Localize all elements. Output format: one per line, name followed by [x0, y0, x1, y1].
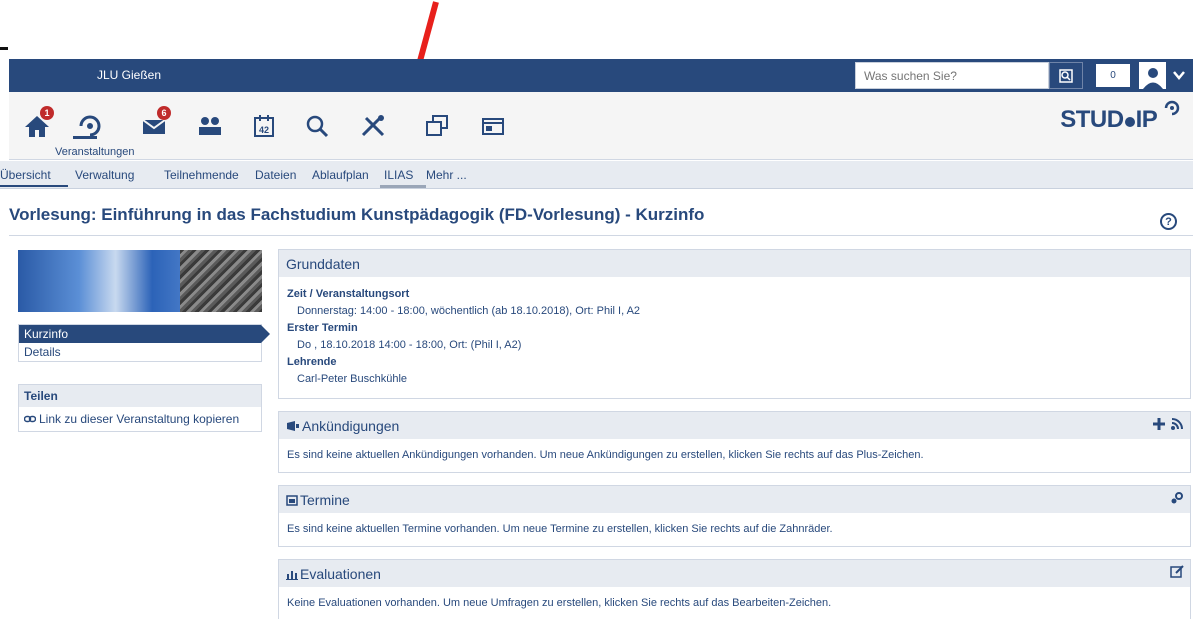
tab-uebersicht[interactable]: Übersicht: [0, 168, 51, 182]
calendar-icon: 42: [254, 115, 274, 137]
evaluations-heading: Evaluationen: [279, 560, 1190, 587]
logo-text: STUD: [1060, 106, 1124, 133]
top-bar: JLU Gießen 0: [9, 59, 1193, 92]
notification-counter[interactable]: 0: [1096, 64, 1130, 87]
grunddaten-title: Grunddaten: [286, 255, 360, 272]
first-date-value: Do , 18.10.2018 14:00 - 18:00, Ort: (Phi…: [297, 339, 522, 351]
user-avatar-icon: [1142, 68, 1163, 89]
sidebar-navigation: Kurzinfo Details: [18, 324, 270, 362]
plus-icon[interactable]: [1152, 417, 1166, 431]
admin-window-icon: [482, 118, 504, 135]
evaluations-title: Evaluationen: [300, 565, 381, 582]
announcements-title: Ankündigungen: [302, 417, 400, 434]
search-input[interactable]: [856, 63, 1048, 88]
nav-tools[interactable]: [356, 112, 392, 140]
calendar-small-icon: [286, 495, 298, 506]
university-name[interactable]: JLU Gießen: [97, 68, 161, 82]
sidebar-share: Teilen Link zu dieser Veranstaltung kopi…: [18, 384, 262, 432]
gears-icon[interactable]: [1170, 491, 1184, 505]
widget-appointments: Termine Es sind keine aktuellen Termine …: [278, 485, 1191, 547]
nav-messages[interactable]: 6: [136, 106, 172, 140]
magnifier-icon: [306, 115, 329, 138]
first-date-label: Erster Termin: [287, 322, 358, 334]
teacher-link[interactable]: Carl-Peter Buschkühle: [287, 371, 1182, 388]
appointments-text: Es sind keine aktuellen Termine vorhande…: [287, 523, 833, 535]
announcements-text: Es sind keine aktuellen Ankündigungen vo…: [287, 449, 924, 461]
sidebar-item-details[interactable]: Details: [19, 343, 261, 361]
svg-text:42: 42: [259, 125, 269, 135]
tab-mehr[interactable]: Mehr ...: [426, 168, 467, 182]
link-icon: [24, 415, 36, 423]
nav-start[interactable]: 1: [19, 106, 55, 140]
studip-swirl-icon: [1164, 100, 1180, 116]
active-nav-indicator: [73, 136, 97, 139]
edit-icon[interactable]: [1170, 565, 1184, 579]
nav-search[interactable]: [299, 112, 335, 140]
appointments-heading: Termine: [279, 486, 1190, 513]
evaluation-chart-icon: [286, 570, 298, 580]
avatar[interactable]: [1139, 62, 1166, 89]
nav-calendar[interactable]: 42: [246, 112, 282, 140]
nav-windows[interactable]: [419, 112, 455, 140]
widget-grunddaten: Grunddaten Zeit / Veranstaltungsort Donn…: [278, 249, 1191, 399]
time-location-value: Donnerstag: 14:00 - 18:00, wöchentlich (…: [297, 305, 641, 317]
search-field[interactable]: [855, 62, 1049, 89]
course-image: [18, 250, 262, 312]
title-divider: [9, 235, 1193, 236]
messages-badge: 6: [157, 106, 171, 120]
course-tabs: Übersicht Verwaltung Teilnehmende Dateie…: [0, 161, 1193, 189]
announcements-heading: Ankündigungen: [279, 412, 1190, 439]
widget-evaluations: Evaluationen Keine Evaluationen vorhande…: [278, 559, 1191, 619]
share-link-label: Link zu dieser Veranstaltung kopieren: [39, 412, 240, 426]
tab-ilias[interactable]: ILIAS: [384, 168, 413, 182]
share-link-item[interactable]: Link zu dieser Veranstaltung kopieren: [19, 407, 261, 431]
page-title: Vorlesung: Einführung in das Fachstudium…: [9, 205, 705, 224]
crop-artifact: [0, 47, 8, 50]
main-navigation: 1 Veranstaltungen 6 42 STUD IP: [9, 92, 1193, 160]
studip-logo[interactable]: STUD IP: [1060, 100, 1181, 134]
grunddaten-heading: Grunddaten: [279, 250, 1190, 277]
rss-icon[interactable]: [1170, 417, 1184, 431]
nav-admin[interactable]: [475, 112, 511, 140]
teachers-label: Lehrende: [287, 356, 337, 368]
time-location-label: Zeit / Veranstaltungsort: [287, 288, 410, 300]
tab-ablaufplan[interactable]: Ablaufplan: [312, 168, 369, 182]
announcement-icon: [287, 420, 299, 431]
tab-teilnehmende[interactable]: Teilnehmende: [164, 168, 239, 182]
chevron-down-icon[interactable]: [1171, 67, 1187, 83]
logo-suffix: IP: [1135, 106, 1158, 133]
people-icon: [199, 117, 221, 135]
appointments-title: Termine: [300, 491, 350, 508]
widget-announcements: Ankündigungen Es sind keine aktuellen An…: [278, 411, 1191, 473]
tab-dateien[interactable]: Dateien: [255, 168, 296, 182]
windows-icon: [426, 115, 448, 136]
help-icon[interactable]: ?: [1160, 213, 1177, 230]
logo-dot: [1124, 117, 1135, 127]
course-image-photo: [180, 250, 262, 312]
tab-verwaltung[interactable]: Verwaltung: [75, 168, 134, 182]
evaluations-text: Keine Evaluationen vorhanden. Um neue Um…: [287, 597, 832, 609]
active-nav-label[interactable]: Veranstaltungen: [55, 146, 135, 158]
active-tab-indicator: [0, 185, 68, 187]
sidebar-item-kurzinfo[interactable]: Kurzinfo: [19, 325, 270, 343]
tools-icon: [361, 115, 385, 137]
start-badge: 1: [40, 106, 54, 120]
search-icon: [1059, 68, 1073, 83]
tab-hover-indicator: [380, 185, 426, 188]
search-button[interactable]: [1049, 62, 1083, 89]
share-heading: Teilen: [19, 385, 261, 407]
nav-community[interactable]: [192, 112, 228, 140]
